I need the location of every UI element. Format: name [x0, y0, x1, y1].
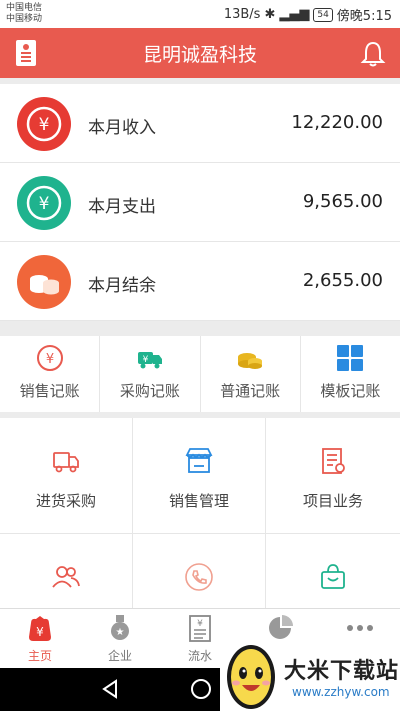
svg-text:¥: ¥	[143, 355, 149, 365]
yuan-icon: ¥	[17, 97, 71, 151]
grid-item-shop[interactable]	[266, 534, 400, 608]
coins-icon	[238, 353, 263, 369]
feature-grid: 进货采购 销售管理 项目业务	[0, 418, 400, 608]
quick-sales-entry[interactable]: ¥ 销售记账	[0, 336, 101, 412]
truck-icon	[53, 452, 79, 473]
tab-enterprise[interactable]: ★ 企业	[80, 609, 160, 668]
store-icon	[185, 448, 213, 473]
svg-text:★: ★	[116, 627, 125, 638]
watermark-badge: 大米下载站 www.zzhyw.com	[220, 643, 400, 711]
signal-icon: ▂▄▆	[279, 7, 310, 22]
grid-item-contacts[interactable]	[133, 534, 266, 608]
home-yuan-icon: ¥	[29, 616, 51, 641]
svg-text:¥: ¥	[39, 115, 50, 135]
status-indicators: 13B/s ✱ ▂▄▆ 54 傍晚5:15	[224, 5, 392, 24]
quick-general-entry[interactable]: 普通记账	[201, 336, 301, 412]
grid-item-projects[interactable]: 项目业务	[266, 418, 400, 534]
phone-icon	[185, 563, 213, 591]
clock: 傍晚5:15	[336, 9, 392, 24]
svg-text:¥: ¥	[39, 194, 50, 214]
quick-actions: ¥ 销售记账 ¥ 采购记账 普通记账 模板记账	[0, 336, 400, 412]
grid-icon	[337, 345, 364, 371]
receipt-icon: ¥	[189, 615, 211, 642]
battery-icon: 54	[313, 7, 333, 22]
summary-amount: 12,220.00	[291, 112, 383, 133]
watermark-url: www.zzhyw.com	[292, 685, 390, 699]
quick-template-entry[interactable]: 模板记账	[301, 336, 400, 412]
grid-label: 进货采购	[35, 492, 96, 510]
tab-label: 主页	[27, 649, 52, 663]
grid-item-sales[interactable]: 销售管理	[133, 418, 266, 534]
summary-income[interactable]: ¥ 本月收入 12,220.00	[0, 84, 400, 163]
quick-label: 销售记账	[19, 382, 80, 400]
quick-label: 普通记账	[220, 382, 281, 400]
grid-item-customers[interactable]	[0, 534, 133, 608]
rice-mascot-logo	[227, 645, 275, 709]
back-icon[interactable]	[100, 678, 120, 700]
svg-text:¥: ¥	[36, 625, 44, 639]
summary-amount: 2,655.00	[302, 270, 383, 291]
bag-icon	[321, 564, 345, 589]
tab-home[interactable]: ¥ 主页	[0, 609, 80, 668]
grid-label: 项目业务	[302, 492, 363, 510]
tab-label: 企业	[107, 649, 132, 663]
page-title: 昆明诚盈科技	[142, 44, 257, 66]
truck-icon: ¥	[137, 352, 162, 369]
status-bar: 中国电信 中国移动 13B/s ✱ ▂▄▆ 54 傍晚5:15	[0, 0, 400, 28]
quick-label: 模板记账	[320, 382, 381, 400]
yuan-icon: ¥	[17, 176, 71, 230]
network-speed: 13B/s	[223, 7, 261, 22]
monthly-summary: ¥ 本月收入 12,220.00 ¥ 本月支出 9,565.00 本月结余 2,…	[0, 84, 400, 321]
bluetooth-icon: ✱	[264, 7, 276, 22]
yuan-circle-icon: ¥	[36, 345, 63, 371]
grid-item-purchase[interactable]: 进货采购	[0, 418, 133, 534]
bell-icon[interactable]	[360, 40, 386, 68]
summary-label: 本月支出	[88, 197, 156, 217]
users-icon	[52, 566, 80, 588]
summary-balance[interactable]: 本月结余 2,655.00	[0, 242, 400, 321]
carrier-1: 中国电信	[6, 3, 43, 13]
app-header: 昆明诚盈科技	[0, 28, 400, 78]
medal-icon: ★	[111, 615, 129, 640]
carrier-2: 中国移动	[6, 14, 43, 24]
summary-amount: 9,565.00	[302, 191, 383, 212]
carrier-info: 中国电信 中国移动	[6, 3, 42, 25]
grid-label: 销售管理	[168, 492, 229, 510]
home-icon[interactable]	[190, 678, 212, 700]
svg-text:¥: ¥	[197, 619, 203, 629]
more-icon	[347, 625, 373, 631]
coins-icon	[17, 255, 71, 309]
quick-purchase-entry[interactable]: ¥ 采购记账	[100, 336, 201, 412]
summary-expense[interactable]: ¥ 本月支出 9,565.00	[0, 163, 400, 242]
watermark-title: 大米下载站	[284, 659, 400, 684]
document-icon	[322, 448, 345, 474]
svg-text:¥: ¥	[45, 352, 53, 367]
summary-label: 本月结余	[88, 276, 156, 296]
quick-label: 采购记账	[119, 382, 180, 400]
summary-label: 本月收入	[88, 118, 156, 138]
